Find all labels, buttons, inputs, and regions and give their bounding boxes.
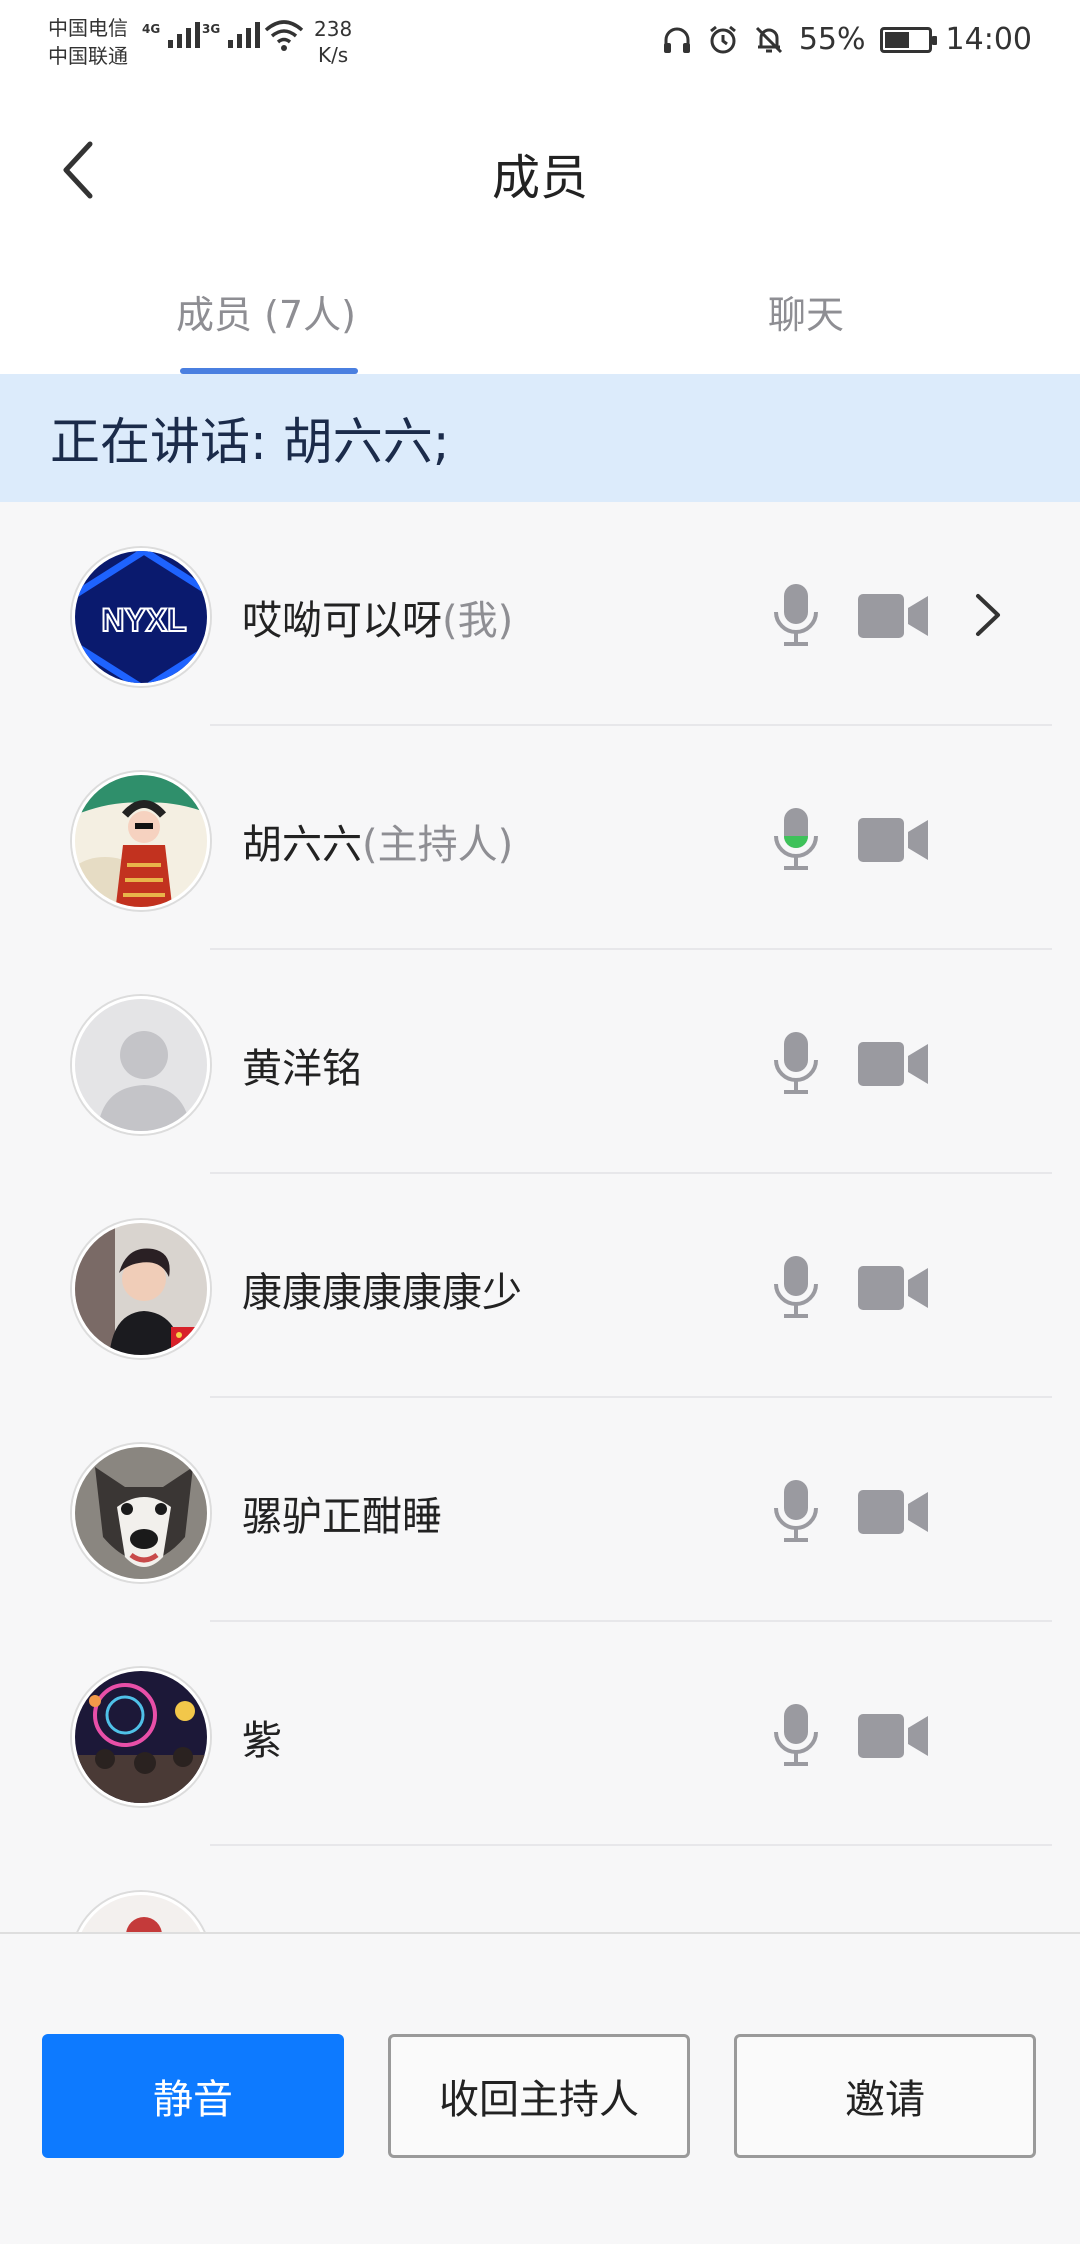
microphone-icon[interactable] <box>772 1702 820 1768</box>
member-row[interactable]: 康康康康康康少 <box>0 1174 1080 1398</box>
speaking-banner: 正在讲话: 胡六六; <box>0 374 1080 502</box>
microphone-icon[interactable] <box>772 1254 820 1320</box>
clock: 14:00 <box>945 22 1032 57</box>
carrier-info: 中国电信 中国联通 <box>48 14 128 70</box>
page-title: 成员 <box>491 150 588 206</box>
member-name: 紫 <box>242 1718 282 1764</box>
invite-button[interactable]: 邀请 <box>734 2034 1036 2158</box>
tab-chat[interactable]: 聊天 <box>768 284 844 339</box>
partial-avatar-icon <box>75 1895 207 1932</box>
tab-members[interactable]: 成员 (7人) <box>176 284 356 339</box>
nav-bar: 成员 <box>0 88 1080 256</box>
member-row-partial[interactable] <box>0 1846 1080 1932</box>
alarm-icon <box>709 25 736 53</box>
avatar <box>72 772 210 910</box>
member-name: 胡六六(主持人) <box>242 822 514 868</box>
battery-percent: 55% <box>798 22 866 57</box>
avatar <box>72 1444 210 1582</box>
member-row[interactable]: 骡驴正酣睡 <box>0 1398 1080 1622</box>
avatar <box>72 1668 210 1806</box>
microphone-active-icon[interactable] <box>772 806 820 872</box>
screen: 中国电信 中国联通 4G 3G 238 K/s 55% 14:00 成员 成员 … <box>0 0 1080 2244</box>
notifications-off-icon <box>755 26 782 53</box>
video-camera-icon[interactable] <box>858 1490 928 1534</box>
video-camera-icon[interactable] <box>858 818 928 862</box>
microphone-icon[interactable] <box>772 1478 820 1544</box>
member-name: 康康康康康康少 <box>242 1270 522 1316</box>
avatar <box>72 1892 210 1932</box>
headphones-icon <box>663 27 690 53</box>
avatar: NYXL <box>72 548 210 686</box>
microphone-icon[interactable] <box>772 582 820 648</box>
video-camera-icon[interactable] <box>858 1042 928 1086</box>
signal-4g-icon: 4G <box>142 22 201 48</box>
reclaim-host-button[interactable]: 收回主持人 <box>388 2034 690 2158</box>
member-row[interactable]: 黄洋铭 <box>0 950 1080 1174</box>
member-name: 骡驴正酣睡 <box>242 1494 442 1540</box>
opera-figure-avatar-icon <box>75 775 207 907</box>
wifi-icon <box>264 20 304 51</box>
avatar <box>72 996 210 1134</box>
carrier-2: 中国联通 <box>48 44 128 68</box>
member-name: 黄洋铭 <box>242 1046 362 1092</box>
microphone-icon[interactable] <box>772 1030 820 1096</box>
chevron-right-icon[interactable] <box>974 590 1004 640</box>
avatar <box>72 1220 210 1358</box>
network-speed: 238 K/s <box>314 17 353 67</box>
default-person-avatar-icon <box>75 999 207 1131</box>
carrier-1: 中国电信 <box>48 16 128 40</box>
video-camera-icon[interactable] <box>858 1714 928 1758</box>
member-row[interactable]: 胡六六(主持人) <box>0 726 1080 950</box>
battery-icon <box>879 26 937 53</box>
member-name: 哎呦可以呀(我) <box>242 598 514 644</box>
nyxl-logo-avatar-icon: NYXL <box>75 551 207 683</box>
young-man-avatar-icon <box>75 1223 207 1355</box>
husky-dog-avatar-icon <box>75 1447 207 1579</box>
bottom-action-bar: 静音 收回主持人 邀请 <box>0 1932 1080 2244</box>
night-fair-avatar-icon <box>75 1671 207 1803</box>
video-camera-icon[interactable] <box>858 594 928 638</box>
svg-text:NYXL: NYXL <box>101 602 186 638</box>
tab-bar: 成员 (7人) 聊天 <box>0 256 1080 374</box>
status-right: 55% 14:00 <box>661 22 1032 57</box>
signal-3g-icon: 3G <box>202 22 261 48</box>
member-row[interactable]: 紫 <box>0 1622 1080 1846</box>
member-row[interactable]: NYXL 哎呦可以呀(我) <box>0 502 1080 726</box>
status-bar: 中国电信 中国联通 4G 3G 238 K/s 55% 14:00 <box>0 0 1080 88</box>
mute-button[interactable]: 静音 <box>42 2034 344 2158</box>
member-list: NYXL 哎呦可以呀(我) 胡六六(主持人) 黄洋铭 康康康康康康少 骡驴正酣睡… <box>0 502 1080 1932</box>
video-camera-icon[interactable] <box>858 1266 928 1310</box>
